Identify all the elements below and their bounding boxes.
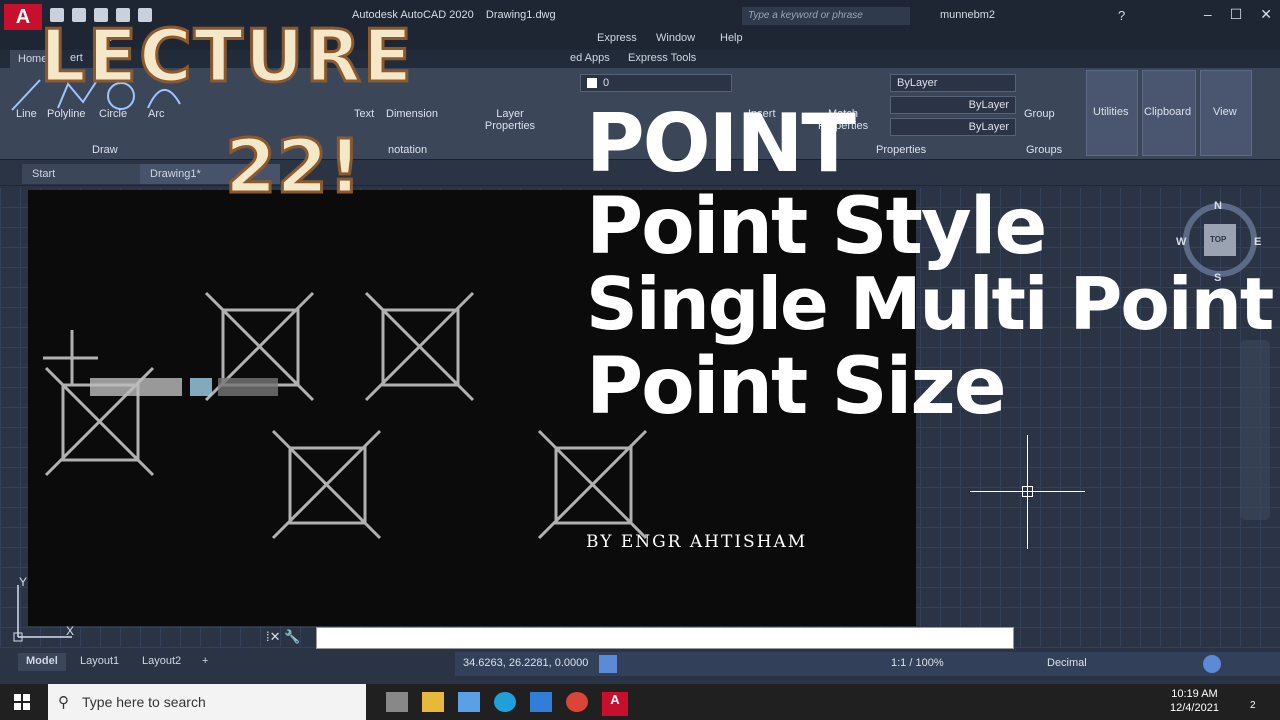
edge-icon[interactable] [494, 692, 516, 712]
clean-screen-icon[interactable] [1203, 655, 1221, 673]
utilities-label: Utilities [1093, 106, 1129, 118]
circle-tool[interactable]: Circle [99, 108, 127, 120]
viewcube-top-face[interactable]: TOP [1210, 235, 1226, 244]
menu-help[interactable]: Help [720, 32, 743, 44]
layer-properties-button[interactable]: Layer Properties [484, 108, 536, 132]
chrome-icon[interactable] [566, 692, 588, 712]
coordinates-readout[interactable]: 34.6263, 26.2281, 0.0000 [463, 657, 588, 669]
layer-color-swatch [587, 78, 597, 89]
autocad-logo-button[interactable]: A [4, 4, 42, 30]
keyword-search-input[interactable]: Type a keyword or phrase [742, 7, 910, 25]
ucs-x-label: X [66, 624, 75, 638]
menu-window[interactable]: Window [656, 32, 695, 44]
command-line-controls[interactable]: ⁞✕ 🔧 [266, 629, 300, 645]
notification-count[interactable]: 2 [1250, 700, 1256, 711]
viewcube-north[interactable]: N [1214, 200, 1222, 212]
clock-time: 10:19 AM [1171, 688, 1218, 700]
lineweight-dropdown[interactable]: ByLayer [890, 118, 1016, 136]
clock[interactable]: 10:19 AM 12/4/2021 [1170, 687, 1219, 715]
minimize-button[interactable]: – [1204, 6, 1212, 23]
panel-groups-label[interactable]: Groups [1026, 144, 1062, 156]
grid-toggle-icon[interactable] [599, 655, 617, 673]
linetype-dropdown[interactable]: ByLayer [890, 96, 1016, 114]
clock-date: 12/4/2021 [1170, 702, 1219, 714]
author-byline: BY ENGR AHTISHAM [586, 532, 808, 552]
tab-layout1[interactable]: Layout1 [72, 653, 127, 671]
autocad-taskbar-icon[interactable]: A [602, 692, 628, 716]
tab-layout2[interactable]: Layout2 [134, 653, 189, 671]
units-dropdown[interactable]: Decimal [1047, 657, 1087, 669]
clipboard-label: Clipboard [1144, 106, 1192, 118]
pickbox [1022, 486, 1033, 497]
panel-draw-label[interactable]: Draw [92, 144, 118, 156]
viewcube-east[interactable]: E [1254, 236, 1261, 248]
tab-start[interactable]: Start [22, 164, 140, 184]
panel-annotation-label[interactable]: notation [388, 144, 427, 156]
search-icon: ⚲ [58, 694, 69, 711]
annotation-scale[interactable]: 1:1 / 100% [891, 657, 944, 669]
window-controls: – ☐ ✕ [1204, 6, 1272, 23]
panel-properties-label[interactable]: Properties [876, 144, 926, 156]
overlay-line-point-size: Point Size [586, 342, 1007, 432]
layer-dropdown[interactable]: 0 [580, 74, 732, 92]
text-tool[interactable]: Text [354, 108, 374, 120]
line-tool[interactable]: Line [16, 108, 37, 120]
taskbar-apps: A [380, 684, 690, 720]
maximize-button[interactable]: ☐ [1230, 6, 1243, 23]
ucs-y-label: Y [19, 575, 28, 589]
view-label: View [1213, 106, 1237, 118]
windows-start-icon[interactable] [14, 694, 30, 710]
color-dropdown[interactable]: ByLayer [890, 74, 1016, 92]
tab-featured-apps[interactable]: ed Apps [570, 52, 610, 64]
mail-icon[interactable] [530, 692, 552, 712]
taskbar-search-input[interactable]: Type here to search [48, 684, 366, 720]
navigation-bar[interactable] [1240, 340, 1270, 520]
tab-model[interactable]: Model [18, 653, 66, 671]
arc-tool[interactable]: Arc [148, 108, 165, 120]
group-button[interactable]: Group [1024, 108, 1055, 120]
polyline-tool[interactable]: Polyline [47, 108, 86, 120]
layer-value: 0 [603, 77, 610, 89]
store-icon[interactable] [458, 692, 480, 712]
file-explorer-icon[interactable] [422, 692, 444, 712]
close-button[interactable]: ✕ [1260, 6, 1272, 23]
add-layout-button[interactable]: + [194, 653, 216, 671]
viewcube-west[interactable]: W [1176, 236, 1186, 248]
status-bar: 34.6263, 26.2281, 0.0000 1:1 / 100% Deci… [455, 652, 1280, 676]
lecture-title: LECTURE [38, 14, 415, 98]
menu-express[interactable]: Express [597, 32, 637, 44]
windows-taskbar: Type here to search ⚲ A 10:19 AM 12/4/20… [0, 684, 1280, 720]
command-line-input[interactable] [316, 627, 1014, 649]
overlay-heading: POINT [586, 97, 856, 190]
task-view-icon[interactable] [386, 692, 408, 712]
tab-express-tools[interactable]: Express Tools [628, 52, 696, 64]
dimension-tool[interactable]: Dimension [386, 108, 438, 120]
overlay-line-point-style: Point Style [586, 182, 1047, 272]
overlay-line-single-multi-point: Single Multi Point [586, 262, 1274, 346]
lecture-number: 22! [224, 124, 364, 210]
user-name[interactable]: munnebm2 [940, 9, 995, 21]
help-icon[interactable]: ? [1118, 8, 1125, 23]
